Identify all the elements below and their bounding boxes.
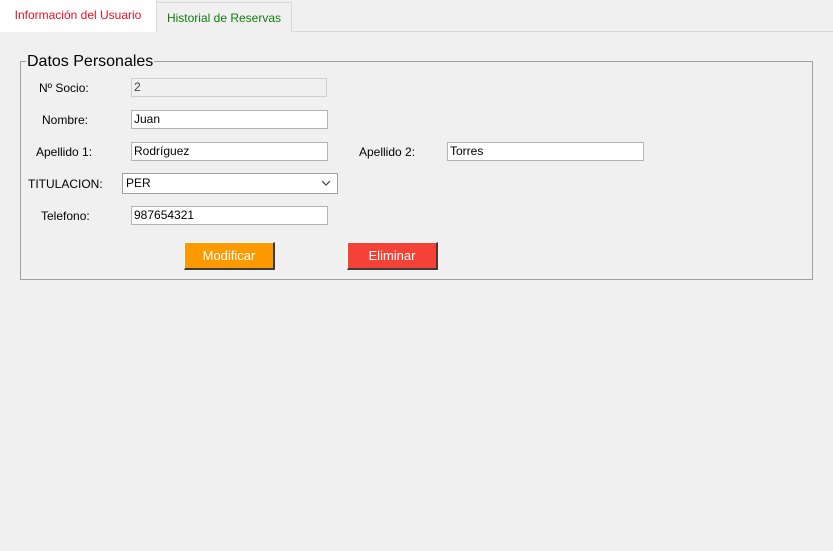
nombre-label: Nombre:: [42, 113, 89, 127]
titulacion-label: TITULACION:: [28, 177, 103, 191]
nombre-field[interactable]: Juan: [131, 110, 328, 129]
tab-informacion-usuario[interactable]: Información del Usuario: [0, 0, 157, 32]
eliminar-button[interactable]: Eliminar: [347, 242, 438, 270]
group-title: Datos Personales: [26, 53, 155, 71]
tab-bar: Información del Usuario Historial de Res…: [0, 0, 833, 32]
titulacion-selected-value: PER: [126, 176, 151, 190]
apellido2-field[interactable]: Torres: [447, 142, 644, 161]
modificar-button[interactable]: Modificar: [184, 242, 275, 270]
chevron-down-icon: [321, 180, 331, 186]
apellido2-label: Apellido 2:: [359, 145, 416, 159]
apellido1-field[interactable]: Rodríguez: [131, 142, 328, 161]
telefono-field[interactable]: 987654321: [131, 206, 328, 225]
socio-label: Nº Socio:: [39, 81, 89, 95]
telefono-label: Telefono:: [41, 209, 90, 223]
tab-historial-reservas[interactable]: Historial de Reservas: [157, 2, 292, 32]
titulacion-select[interactable]: PER: [122, 173, 338, 194]
apellido1-label: Apellido 1:: [36, 145, 93, 159]
socio-field: 2: [131, 78, 327, 97]
